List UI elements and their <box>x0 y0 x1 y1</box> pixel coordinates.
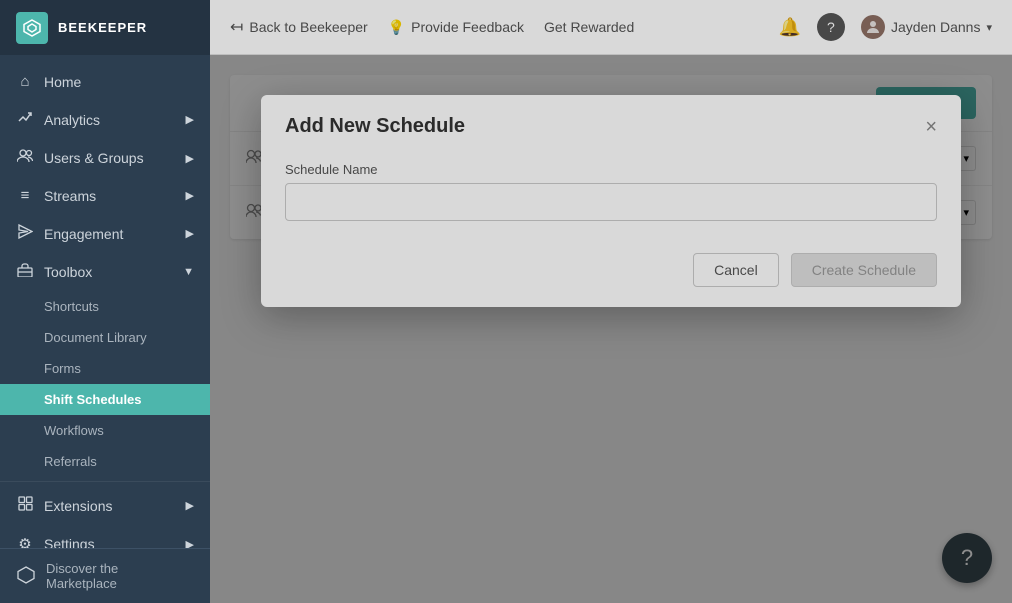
discover-marketplace[interactable]: Discover the Marketplace <box>0 548 210 603</box>
streams-expand-icon: ▶ <box>186 189 194 202</box>
header-left: ↤ Back to Beekeeper 💡 Provide Feedback G… <box>230 17 634 37</box>
modal-header: Add New Schedule × <box>261 95 961 154</box>
extensions-label: Extensions <box>44 498 112 514</box>
marketplace-icon <box>16 565 36 588</box>
workflows-label: Workflows <box>44 423 104 438</box>
modal-close-button[interactable]: × <box>925 117 937 137</box>
discover-text: Discover the Marketplace <box>46 561 118 591</box>
sidebar-item-analytics-label: Analytics <box>44 112 100 128</box>
settings-icon: ⚙ <box>16 535 34 548</box>
user-menu[interactable]: Jayden Danns ▾ <box>861 15 992 39</box>
sidebar-item-streams-label: Streams <box>44 188 96 204</box>
back-icon: ↤ <box>230 17 243 37</box>
user-name: Jayden Danns <box>891 19 981 35</box>
referrals-label: Referrals <box>44 454 97 469</box>
header: ↤ Back to Beekeeper 💡 Provide Feedback G… <box>210 0 1012 55</box>
sidebar-item-toolbox[interactable]: Toolbox ▼ <box>0 253 210 291</box>
help-button[interactable]: ? <box>817 13 845 41</box>
app-name: BEEKEEPER <box>58 20 147 35</box>
schedule-name-label: Schedule Name <box>285 162 937 177</box>
nav-divider <box>0 481 210 482</box>
home-icon: ⌂ <box>16 73 34 90</box>
modal-body: Schedule Name <box>261 154 961 241</box>
sidebar-sub-item-shift-schedules[interactable]: Shift Schedules <box>0 384 210 415</box>
forms-label: Forms <box>44 361 81 376</box>
sidebar-item-users[interactable]: Users & Groups ▶ <box>0 139 210 177</box>
sidebar-sub-item-referrals[interactable]: Referrals <box>0 446 210 477</box>
toolbox-icon <box>16 263 34 281</box>
settings-label: Settings <box>44 536 95 548</box>
provide-feedback-link[interactable]: 💡 Provide Feedback <box>388 19 524 36</box>
settings-expand-icon: ▶ <box>186 538 194 549</box>
sidebar-item-toolbox-label: Toolbox <box>44 264 92 280</box>
sidebar-sub-item-forms[interactable]: Forms <box>0 353 210 384</box>
toolbox-expand-icon: ▼ <box>183 266 194 278</box>
schedule-name-input[interactable] <box>285 183 937 221</box>
analytics-icon <box>16 110 34 129</box>
document-library-label: Document Library <box>44 330 147 345</box>
back-to-beekeeper-link[interactable]: ↤ Back to Beekeeper <box>230 17 368 37</box>
analytics-expand-icon: ▶ <box>186 113 194 126</box>
user-dropdown-icon: ▾ <box>986 21 992 34</box>
users-expand-icon: ▶ <box>186 152 194 165</box>
shortcuts-label: Shortcuts <box>44 299 99 314</box>
sidebar-item-extensions[interactable]: Extensions ▶ <box>0 486 210 525</box>
users-icon <box>16 149 34 167</box>
sidebar-sub-item-document-library[interactable]: Document Library <box>0 322 210 353</box>
sidebar-item-engagement[interactable]: Engagement ▶ <box>0 214 210 253</box>
main-area: ↤ Back to Beekeeper 💡 Provide Feedback G… <box>210 0 1012 603</box>
sidebar-item-home[interactable]: ⌂ Home <box>0 63 210 100</box>
logo-icon <box>16 12 48 44</box>
sidebar-item-users-label: Users & Groups <box>44 150 144 166</box>
create-schedule-button[interactable]: Create Schedule <box>791 253 937 287</box>
sidebar-item-engagement-label: Engagement <box>44 226 123 242</box>
modal-footer: Cancel Create Schedule <box>261 241 961 307</box>
notifications-button[interactable]: 🔔 <box>779 17 801 38</box>
extensions-icon <box>16 496 34 515</box>
sidebar-item-streams[interactable]: ≡ Streams ▶ <box>0 177 210 214</box>
streams-icon: ≡ <box>16 187 34 204</box>
shift-schedules-label: Shift Schedules <box>44 392 142 407</box>
cancel-button[interactable]: Cancel <box>693 253 779 287</box>
sidebar: BEEKEEPER ⌂ Home Analytics ▶ <box>0 0 210 603</box>
sidebar-item-home-label: Home <box>44 74 81 90</box>
sidebar-sub-item-workflows[interactable]: Workflows <box>0 415 210 446</box>
modal-overlay: Add New Schedule × Schedule Name Cancel … <box>210 55 1012 603</box>
get-rewarded-link[interactable]: Get Rewarded <box>544 19 634 35</box>
avatar <box>861 15 885 39</box>
sidebar-item-settings[interactable]: ⚙ Settings ▶ <box>0 525 210 548</box>
sidebar-item-analytics[interactable]: Analytics ▶ <box>0 100 210 139</box>
sidebar-sub-item-shortcuts[interactable]: Shortcuts <box>0 291 210 322</box>
page-content: + Add New Ananas Mall Branding - - ⚙ ▾ <box>210 55 1012 603</box>
logo-area: BEEKEEPER <box>0 0 210 55</box>
extensions-expand-icon: ▶ <box>186 499 194 512</box>
modal-title: Add New Schedule <box>285 115 465 138</box>
feedback-icon: 💡 <box>388 19 405 36</box>
sidebar-nav: ⌂ Home Analytics ▶ Users & <box>0 55 210 548</box>
engagement-icon <box>16 224 34 243</box>
add-schedule-modal: Add New Schedule × Schedule Name Cancel … <box>261 95 961 307</box>
header-right: 🔔 ? Jayden Danns ▾ <box>779 13 992 41</box>
engagement-expand-icon: ▶ <box>186 227 194 240</box>
